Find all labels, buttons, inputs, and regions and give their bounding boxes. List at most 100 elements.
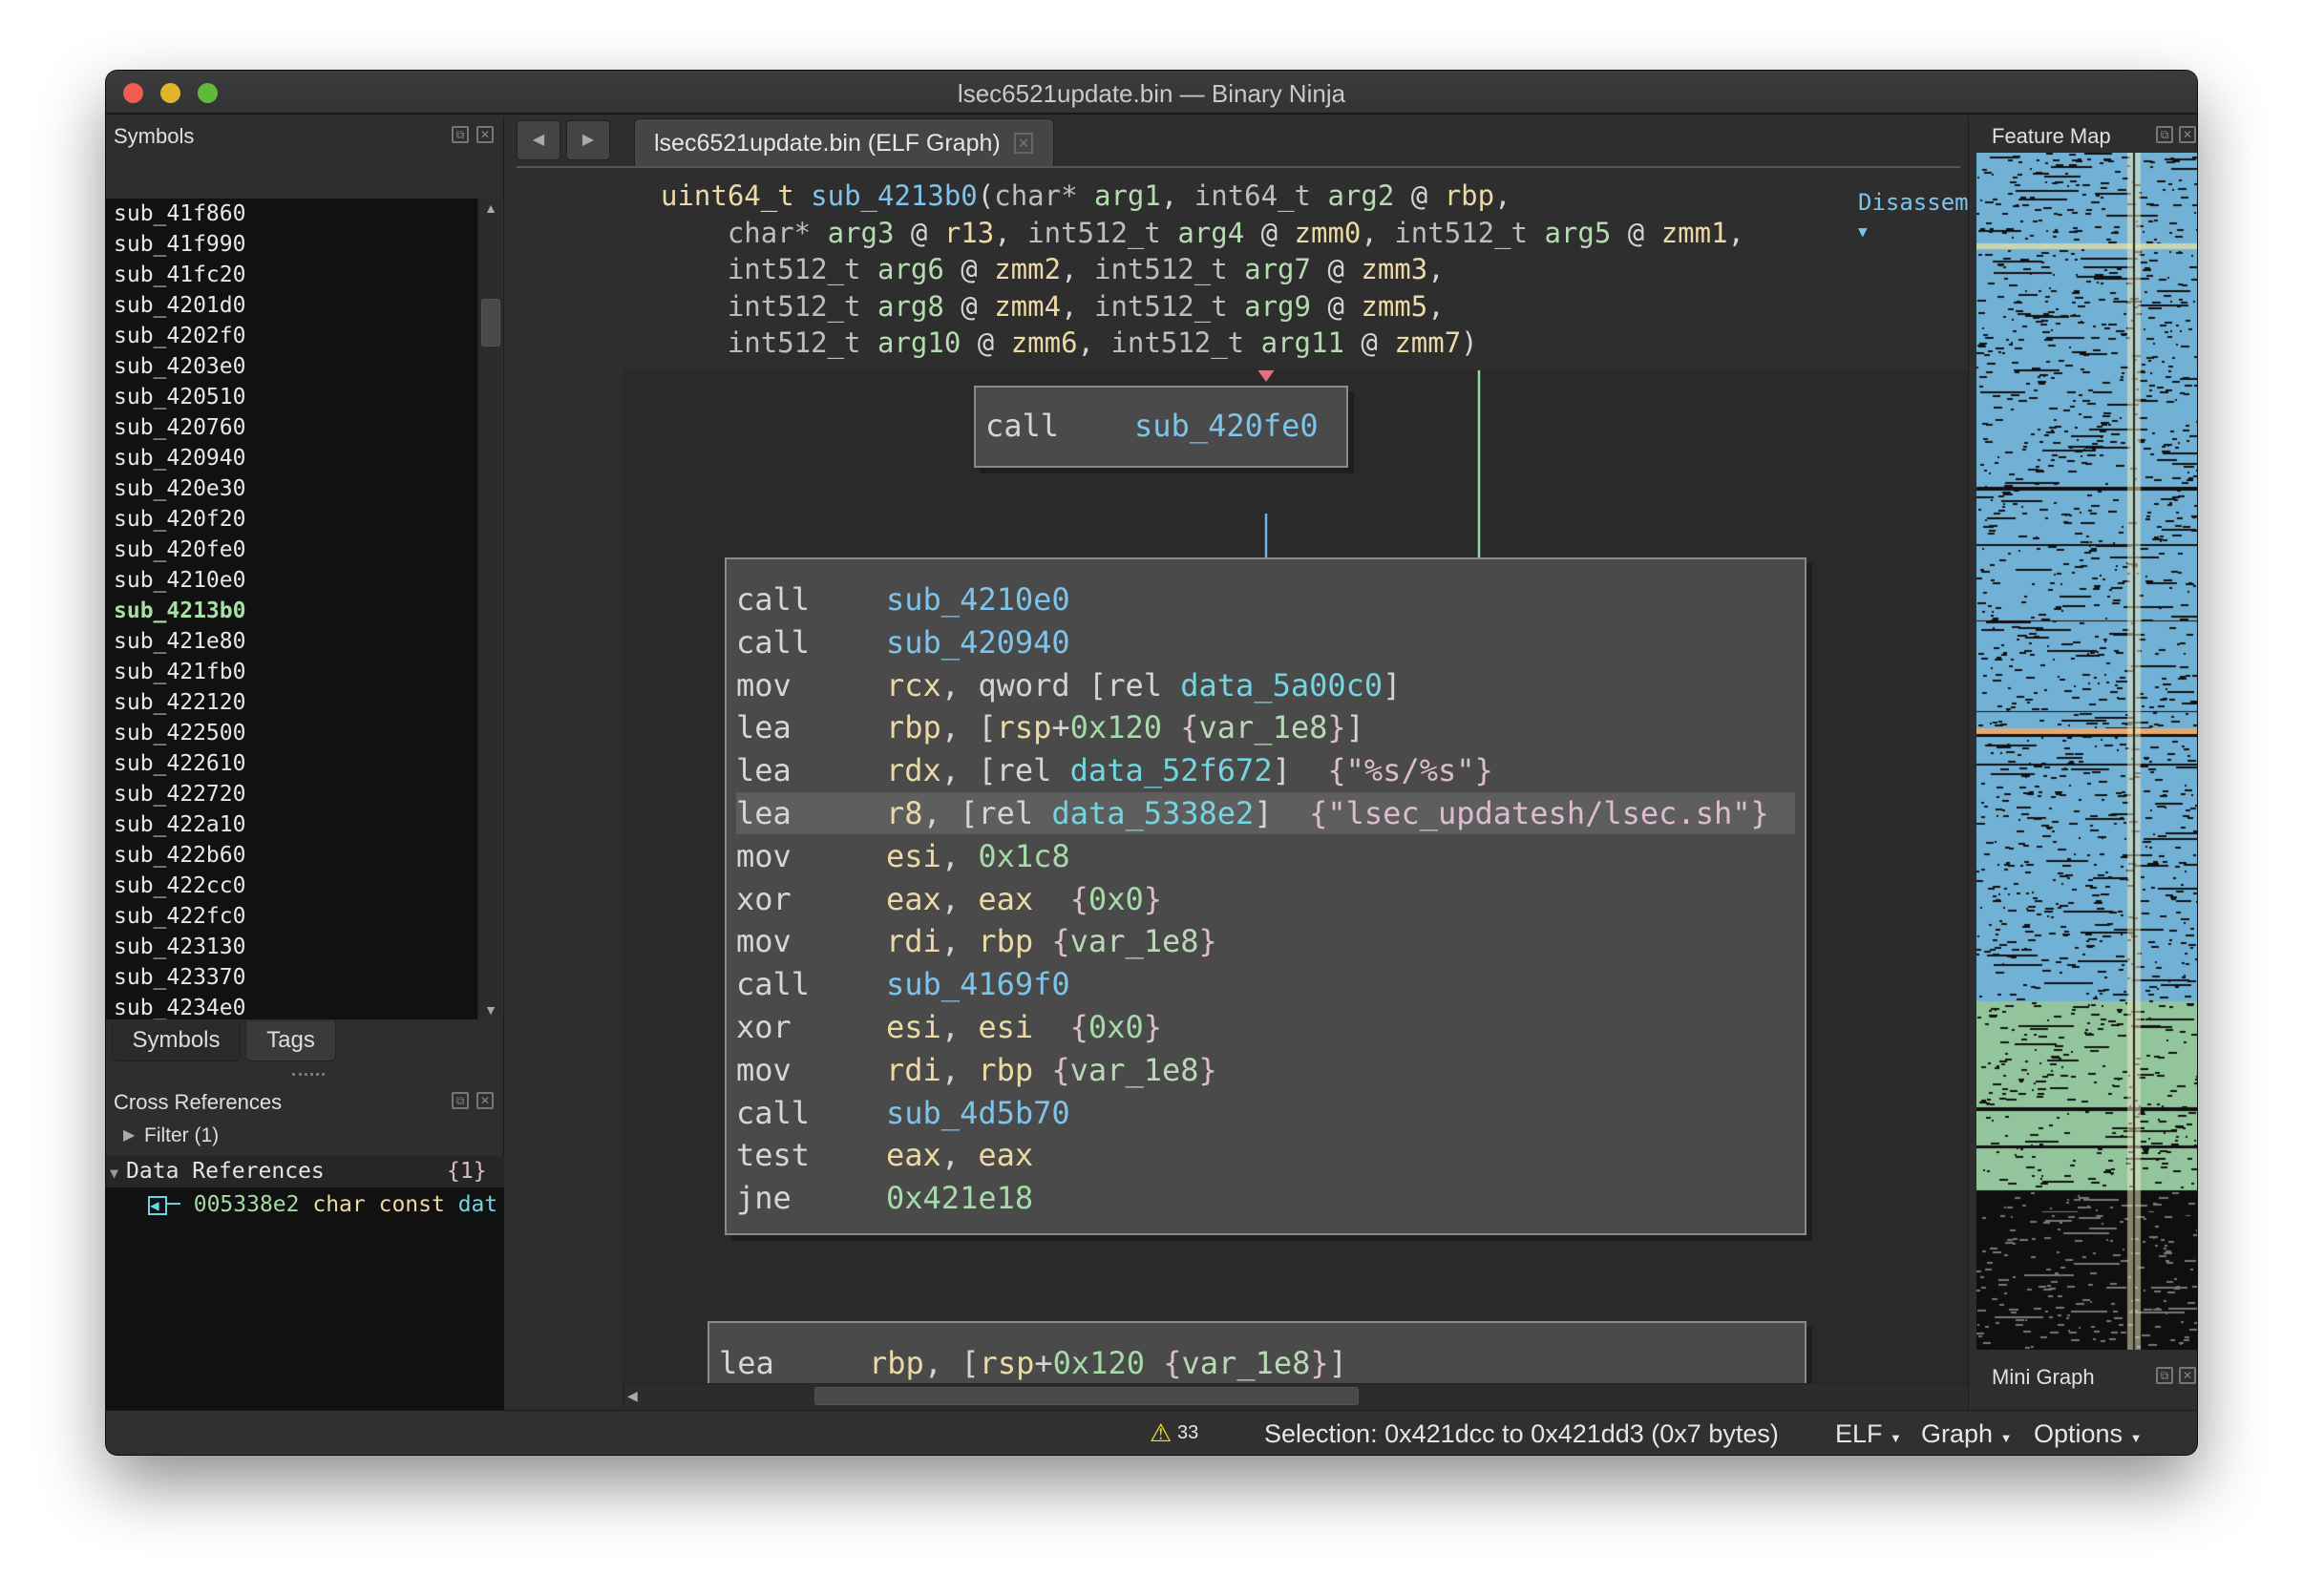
platform-menu[interactable]: ELF ▼ <box>1835 1419 1902 1449</box>
warning-count[interactable]: 33 <box>1177 1422 1198 1444</box>
options-menu[interactable]: Options ▼ <box>2034 1419 2142 1449</box>
symbol-item[interactable]: sub_4213b0 <box>114 596 245 626</box>
xrefs-panel-title: Cross References <box>114 1090 283 1114</box>
mnemonic: lea <box>736 795 792 831</box>
mnemonic: mov <box>736 666 792 704</box>
xrefs-filter[interactable]: Filter (1) <box>144 1124 219 1147</box>
symbol-item[interactable]: sub_422720 <box>114 779 245 809</box>
symbol-item[interactable]: sub_420760 <box>114 412 245 443</box>
instruction-line[interactable]: call sub_4169f0 <box>736 963 1795 1005</box>
undock-icon[interactable]: ⧉ <box>2156 126 2173 143</box>
splitter-handle[interactable] <box>292 1073 325 1076</box>
close-panel-icon[interactable]: ✕ <box>476 126 494 143</box>
tab-tags[interactable]: Tags <box>245 1021 336 1061</box>
token-arg: arg4 <box>1177 216 1245 249</box>
symbol-item[interactable]: sub_422500 <box>114 718 245 748</box>
symbol-item[interactable]: sub_422cc0 <box>114 871 245 901</box>
undock-icon[interactable]: ⧉ <box>2156 1367 2173 1384</box>
expand-triangle-icon[interactable]: ▶ <box>123 1125 135 1144</box>
symbol-item[interactable]: sub_41fc20 <box>114 260 245 290</box>
symbols-scrollbar[interactable]: ▲ ▼ <box>477 199 502 1019</box>
symbol-item[interactable]: sub_420f20 <box>114 504 245 535</box>
symbol-item[interactable]: sub_422b60 <box>114 840 245 871</box>
xref-item[interactable]: ◀ ─ 005338e2 char const dat <box>148 1189 503 1220</box>
symbol-item[interactable]: sub_420e30 <box>114 473 245 504</box>
operand-sym[interactable]: sub_4210e0 <box>886 581 1070 618</box>
symbol-item[interactable]: sub_423130 <box>114 932 245 962</box>
symbol-item[interactable]: sub_422a10 <box>114 809 245 840</box>
xrefs-group-header[interactable]: ▼ Data References {1} <box>106 1156 504 1187</box>
operand-data[interactable]: data_5338e2 <box>1051 795 1254 831</box>
scrollbar-thumb[interactable] <box>481 299 500 346</box>
graph-canvas[interactable]: call sub_420fe0 call sub_4210e0 call sub_420… <box>623 370 2041 1383</box>
instruction-line[interactable]: mov esi, 0x1c8 <box>736 835 1795 877</box>
instruction-line[interactable]: lea r8, [rel data_5338e2] {"lsec_updatesh… <box>736 792 1795 834</box>
undock-icon[interactable]: ⧉ <box>452 126 469 143</box>
view-menu[interactable]: Graph ▼ <box>1921 1419 2012 1449</box>
operand-sym[interactable]: sub_420fe0 <box>1134 408 1319 444</box>
symbol-item[interactable]: sub_422120 <box>114 687 245 718</box>
operand-data[interactable]: data_52f672 <box>1070 752 1273 788</box>
instruction-line[interactable]: lea rbp, [rsp+0x120 {var_1e8}] <box>736 706 1795 748</box>
close-tab-icon[interactable]: ✕ <box>1014 133 1033 154</box>
symbol-item[interactable]: sub_4201d0 <box>114 290 245 321</box>
basic-block[interactable]: call sub_420fe0 <box>974 386 1348 468</box>
symbol-item[interactable]: sub_420510 <box>114 382 245 412</box>
scroll-left-icon[interactable]: ◀ <box>627 1388 638 1404</box>
token-pun: @ <box>1343 326 1395 359</box>
operand-data[interactable]: data_5a00c0 <box>1180 667 1383 704</box>
symbol-item[interactable]: sub_420fe0 <box>114 535 245 565</box>
forward-button[interactable]: ▶ <box>566 120 610 160</box>
graph-hscrollbar[interactable]: ◀ ▶ <box>623 1383 2041 1408</box>
instruction-line[interactable]: lea rdx, [rel data_52f672] {"%s/%s"} <box>736 749 1795 791</box>
operand-pun: ] <box>1383 666 1402 704</box>
symbol-item[interactable]: sub_420940 <box>114 443 245 473</box>
symbol-item[interactable]: sub_422fc0 <box>114 901 245 932</box>
symbol-item[interactable]: sub_423370 <box>114 962 245 993</box>
instruction-line[interactable]: mov rcx, qword [rel data_5a00c0] <box>736 664 1795 706</box>
close-panel-icon[interactable]: ✕ <box>2179 1367 2196 1384</box>
token-reg: zmm0 <box>1294 216 1362 249</box>
instruction-line[interactable]: lea rbp, [rsp+0x120 {var_1e8}] <box>719 1342 1795 1383</box>
feature-map[interactable] <box>1976 153 2197 1350</box>
tab-graph-view[interactable]: lsec6521update.bin (ELF Graph) ✕ <box>634 118 1054 166</box>
symbol-item[interactable]: sub_4210e0 <box>114 565 245 596</box>
symbol-item[interactable]: sub_421fb0 <box>114 657 245 687</box>
instruction-line[interactable]: call sub_420fe0 <box>985 405 1337 447</box>
operand-sym[interactable]: sub_4169f0 <box>886 966 1070 1002</box>
scroll-down-icon[interactable]: ▼ <box>478 1002 503 1018</box>
token-sym[interactable]: sub_4213b0 <box>811 179 978 212</box>
tab-symbols[interactable]: Symbols <box>112 1021 241 1061</box>
symbol-item[interactable]: sub_41f990 <box>114 229 245 260</box>
instruction-line[interactable]: mov rdi, rbp {var_1e8} <box>736 1049 1795 1091</box>
scroll-up-icon[interactable]: ▲ <box>478 200 503 216</box>
instruction-line[interactable]: mov rdi, rbp {var_1e8} <box>736 920 1795 962</box>
mnemonic: mov <box>736 1051 792 1088</box>
operand-sym[interactable]: sub_420940 <box>886 624 1070 661</box>
basic-block[interactable]: lea rbp, [rsp+0x120 {var_1e8}] <box>708 1321 1806 1383</box>
symbol-item[interactable]: sub_4202f0 <box>114 321 245 351</box>
basic-block[interactable]: call sub_4210e0 call sub_420940 mov rcx, qwor… <box>725 557 1806 1235</box>
operand-sym[interactable]: sub_4d5b70 <box>886 1095 1070 1131</box>
symbol-item[interactable]: sub_4203e0 <box>114 351 245 382</box>
instruction-line[interactable]: call sub_4d5b70 <box>736 1092 1795 1134</box>
close-panel-icon[interactable]: ✕ <box>476 1092 494 1109</box>
instruction-line[interactable]: call sub_4210e0 <box>736 578 1795 620</box>
instruction-line[interactable]: xor esi, esi {0x0} <box>736 1006 1795 1048</box>
mnemonic: mov <box>736 837 792 874</box>
instruction-line[interactable]: jne 0x421e18 <box>736 1177 1795 1219</box>
scrollbar-thumb[interactable] <box>814 1387 1359 1405</box>
instruction-line[interactable]: xor eax, eax {0x0} <box>736 878 1795 920</box>
instruction-line[interactable]: call sub_420940 <box>736 621 1795 663</box>
symbol-item[interactable]: sub_422610 <box>114 748 245 779</box>
close-panel-icon[interactable]: ✕ <box>2179 126 2196 143</box>
undock-icon[interactable]: ⧉ <box>452 1092 469 1109</box>
symbol-item[interactable]: sub_421e80 <box>114 626 245 657</box>
symbol-item[interactable]: sub_4234e0 <box>114 993 245 1019</box>
back-button[interactable]: ◀ <box>517 120 560 160</box>
warning-icon[interactable]: ⚠ <box>1150 1418 1172 1448</box>
collapse-triangle-icon[interactable]: ▼ <box>106 1165 126 1182</box>
operand-pun: , [ <box>923 1345 980 1381</box>
instruction-line[interactable]: test eax, eax <box>736 1134 1795 1176</box>
symbol-item[interactable]: sub_41f860 <box>114 199 245 229</box>
